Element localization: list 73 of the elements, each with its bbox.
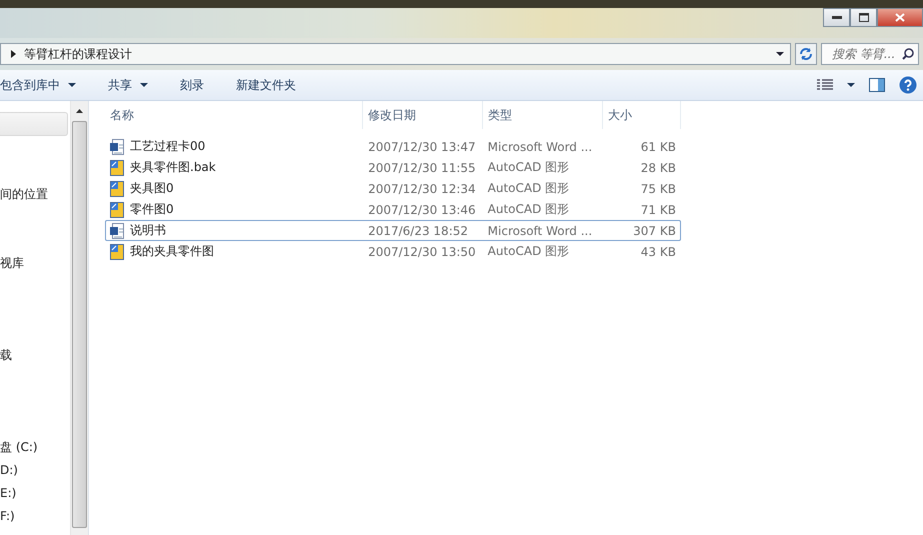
drawing-file-icon [110, 202, 124, 218]
toolbar-button[interactable]: 刻录 [164, 72, 220, 98]
table-cell-text: AutoCAD 图形 [486, 243, 570, 260]
nav-item[interactable]: 视库 [0, 252, 70, 274]
refresh-button[interactable] [795, 43, 817, 65]
caret-icon [140, 83, 148, 87]
nav-item[interactable]: 盘 (C:) [0, 436, 70, 458]
search-field[interactable]: 搜索 等臂... [821, 43, 919, 65]
file-name: 工艺过程卡00 [130, 138, 206, 155]
table-cell-text: 2007/12/30 13:50 [367, 244, 477, 258]
maximize-button[interactable] [850, 8, 877, 27]
toolbar-button[interactable]: 包含到库中 [0, 72, 92, 98]
table-cell-text: Microsoft Word ... [486, 224, 594, 238]
file-name: 夹具零件图.bak [130, 159, 216, 176]
address-path: 等臂杠杆的课程设计 [24, 46, 133, 62]
help-icon[interactable] [899, 76, 917, 94]
scroll-up-icon[interactable] [76, 109, 83, 113]
table-cell-text: 2017/6/23 18:52 [367, 224, 470, 238]
close-button[interactable] [877, 8, 923, 27]
file-name: 零件图0 [130, 201, 174, 218]
preview-pane-icon[interactable] [869, 78, 885, 92]
table-cell-text: 61 KB [640, 140, 677, 154]
column-header[interactable]: 名称 [105, 101, 363, 129]
close-icon [895, 13, 905, 22]
file-name: 说明书 [130, 222, 166, 239]
caret-icon [68, 83, 76, 87]
column-header[interactable]: 修改日期 [363, 101, 483, 129]
document-icon [110, 138, 124, 154]
dropdown-icon[interactable] [776, 52, 784, 56]
table-cell-text: 43 KB [640, 244, 677, 258]
maximize-icon [858, 13, 868, 22]
document-icon [110, 222, 124, 238]
nav-item[interactable]: D:) [0, 459, 70, 481]
table-cell-text: 2007/12/30 11:55 [367, 160, 477, 174]
minimize-icon [832, 16, 842, 20]
drawing-file-icon [110, 160, 124, 176]
view-options-icon[interactable] [817, 79, 833, 91]
table-cell-text: AutoCAD 图形 [486, 159, 570, 176]
file-name: 我的夹具零件图 [130, 243, 214, 260]
chevron-icon [11, 50, 16, 58]
caret-icon[interactable] [847, 83, 855, 87]
file-row[interactable]: 零件图0 2007/12/30 13:46 AutoCAD 图形 71 KB [105, 199, 681, 220]
table-cell-text: 75 KB [640, 182, 677, 196]
column-header[interactable]: 类型 [483, 101, 603, 129]
nav-item[interactable]: E:) [0, 482, 70, 504]
table-cell-text: Microsoft Word ... [486, 140, 594, 154]
table-cell-text: 28 KB [640, 160, 677, 174]
file-row[interactable]: 夹具图0 2007/12/30 12:34 AutoCAD 图形 75 KB [105, 178, 681, 199]
nav-item[interactable]: F:) [0, 505, 70, 527]
drawing-file-icon [110, 180, 124, 196]
file-row[interactable]: 我的夹具零件图 2007/12/30 13:50 AutoCAD 图形 43 KB [105, 241, 681, 262]
file-row[interactable]: 工艺过程卡00 2007/12/30 13:47 Microsoft Word ... 61 KB [105, 136, 681, 157]
table-cell-text: AutoCAD 图形 [486, 201, 570, 218]
minimize-button[interactable] [823, 8, 850, 27]
file-row[interactable]: 说明书 2017/6/23 18:52 Microsoft Word ... 307 KB [105, 220, 681, 241]
file-row[interactable]: 夹具零件图.bak 2007/12/30 11:55 AutoCAD 图形 28 KB [105, 157, 681, 178]
nav-item[interactable]: 间的位置 [0, 183, 70, 205]
table-cell-text: 2007/12/30 13:47 [367, 140, 477, 154]
search-icon [902, 48, 914, 60]
table-cell-text: 307 KB [632, 224, 677, 238]
drawing-file-icon [110, 244, 124, 260]
table-cell-text: 71 KB [640, 202, 677, 216]
toolbar-button[interactable]: 新建文件夹 [220, 72, 312, 98]
file-name: 夹具图0 [130, 180, 174, 197]
table-cell-text: 2007/12/30 12:34 [367, 182, 477, 196]
scrollbar[interactable] [70, 101, 89, 535]
toolbar-button[interactable]: 共享 [92, 72, 164, 98]
column-header[interactable]: 大小 [603, 101, 681, 129]
table-cell-text: AutoCAD 图形 [486, 180, 570, 197]
refresh-icon [798, 47, 814, 61]
table-cell-text: 2007/12/30 13:46 [367, 202, 477, 216]
nav-item[interactable]: 载 [0, 344, 70, 366]
address-bar[interactable]: 等臂杠杆的课程设计 [0, 43, 791, 65]
